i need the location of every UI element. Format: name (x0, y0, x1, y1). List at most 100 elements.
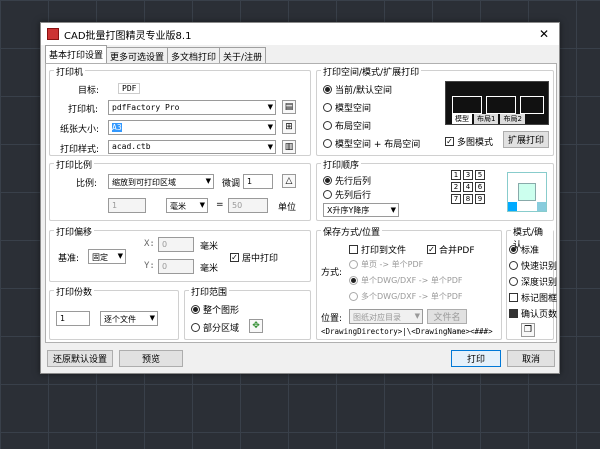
tab-strip: 基本打印设置 更多可选设置 多文档打印 关于/注册 (45, 45, 267, 63)
center-print-checkbox[interactable]: ✓ 居中打印 (230, 251, 278, 264)
range-all-radio[interactable]: 整个图形 (191, 303, 239, 316)
grid-cell: 8 (463, 194, 473, 204)
unit-select[interactable]: 毫米 ▼ (166, 198, 208, 213)
tab-about[interactable]: 关于/注册 (219, 47, 267, 63)
grid-cell: 9 (475, 194, 485, 204)
fine-tune-input[interactable]: 1 (243, 174, 273, 189)
multi-dwg-radio[interactable]: 多个DWG/DXF -> 单个PDF (349, 291, 462, 302)
x-offset-input[interactable]: 0 (158, 237, 194, 252)
mode-standard-radio[interactable]: 标准 (509, 243, 539, 256)
paper-value: A3 (112, 123, 122, 132)
offset-group-title: 打印偏移 (54, 225, 95, 238)
scale-unit-input[interactable]: 50 (228, 198, 268, 213)
single-page-label: 单页 -> 单个PDF (361, 260, 424, 269)
ratio-label: 比例: (76, 179, 98, 189)
order-row-first-label: 先行后列 (335, 177, 372, 187)
app-icon (47, 28, 59, 40)
checkbox-box (509, 293, 518, 302)
order-col-first-radio[interactable]: 先列后行 (323, 188, 371, 201)
paper-select[interactable]: A3 ▼ (108, 120, 276, 135)
radio-dot (323, 176, 332, 185)
triangle-icon[interactable]: △ (282, 174, 296, 188)
range-partial-label: 部分区域 (203, 324, 240, 334)
space-layout-label: 布局空间 (335, 122, 372, 132)
checkbox-box (349, 245, 358, 254)
style-edit-icon[interactable]: ▥ (282, 140, 296, 154)
space-both-radio[interactable]: 模型空间 + 布局空间 (323, 137, 420, 150)
base-select[interactable]: 固定 ▼ (88, 249, 126, 264)
merge-pdf-label: 合并PDF (439, 246, 475, 256)
grid-cell: 2 (451, 182, 461, 192)
scale-num-input[interactable]: 1 (108, 198, 146, 213)
space-layout-radio[interactable]: 布局空间 (323, 119, 371, 132)
chevron-down-icon: ▼ (117, 252, 123, 260)
sort-select[interactable]: X升序Y降序 ▼ (323, 203, 399, 217)
select-area-icon[interactable]: ✥ (249, 319, 263, 333)
mode-fast-radio[interactable]: 快速识别 (509, 259, 557, 272)
preview-tab-layout1: 布局1 (474, 114, 499, 124)
radio-dot (191, 305, 200, 314)
mark-frame-checkbox[interactable]: 标记图框 (509, 291, 557, 304)
radio-dot (349, 260, 358, 269)
tab-multi-doc[interactable]: 多文档打印 (167, 47, 221, 63)
multi-mode-checkbox[interactable]: ✓ 多图模式 (445, 135, 493, 148)
space-model-radio[interactable]: 模型空间 (323, 101, 371, 114)
order-row-first-radio[interactable]: 先行后列 (323, 174, 371, 187)
space-model-label: 模型空间 (335, 104, 372, 114)
merge-pdf-checkbox[interactable]: ✓ 合并PDF (427, 243, 475, 256)
filename-button[interactable]: 文件名 (427, 309, 467, 324)
offset-group: 打印偏移 基准: 固定 ▼ X: 0 毫米 Y: 0 毫米 ✓ 居中打印 (49, 225, 311, 282)
chevron-down-icon: ▼ (267, 143, 273, 151)
tab-more[interactable]: 更多可选设置 (106, 47, 169, 63)
range-partial-radio[interactable]: 部分区域 (191, 321, 239, 334)
location-select[interactable]: 图纸对应目录 ▼ (349, 309, 423, 324)
radio-dot (349, 276, 358, 285)
style-label: 打印样式: (60, 145, 100, 155)
multi-mode-label: 多图模式 (457, 138, 494, 148)
radio-dot (323, 85, 332, 94)
cancel-button[interactable]: 取消 (507, 350, 555, 367)
chevron-down-icon: ▼ (267, 103, 273, 111)
y-label: Y: (144, 261, 155, 271)
save-group-title: 保存方式/位置 (321, 225, 383, 238)
single-page-radio[interactable]: 单页 -> 单个PDF (349, 259, 423, 270)
preview-tab-model: 模型 (452, 114, 472, 124)
close-button[interactable]: ✕ (529, 23, 559, 45)
confirm-pages-label: 确认页数 (521, 310, 558, 320)
y-unit-label: 毫米 (200, 264, 219, 274)
scale-group: 打印比例 比例: 缩放到可打印区域 ▼ 微调 1 △ 1 毫米 ▼ = 50 单位 (49, 158, 311, 221)
space-current-radio[interactable]: 当前/默认空间 (323, 83, 392, 96)
order-col-first-label: 先列后行 (335, 191, 372, 201)
printer-settings-icon[interactable]: ▤ (282, 100, 296, 114)
copies-mode-select[interactable]: 逐个文件 ▼ (100, 311, 158, 326)
paper-settings-icon[interactable]: ⊞ (282, 120, 296, 134)
print-to-file-checkbox[interactable]: 打印到文件 (349, 243, 406, 256)
range-group-title: 打印范围 (189, 285, 230, 298)
extend-print-button[interactable]: 扩展打印 (503, 131, 549, 148)
y-offset-input[interactable]: 0 (158, 259, 194, 274)
style-select[interactable]: acad.ctb ▼ (108, 140, 276, 154)
printer-select[interactable]: pdfFactory Pro ▼ (108, 100, 276, 115)
unit-label: 单位 (278, 203, 297, 213)
tab-basic[interactable]: 基本打印设置 (45, 45, 108, 63)
print-button[interactable]: 打印 (451, 350, 501, 367)
basic-settings-pane: 打印机 目标: PDF 打印机: pdfFactory Pro ▼ ▤ 纸张大小:… (45, 63, 557, 343)
location-value: 图纸对应目录 (353, 313, 401, 322)
grid-cell: 3 (463, 170, 473, 180)
copies-group: 打印份数 1 逐个文件 ▼ (49, 285, 179, 340)
chevron-down-icon: ▼ (390, 206, 396, 214)
radio-dot (323, 103, 332, 112)
radio-dot (323, 121, 332, 130)
copy-icon[interactable]: ❐ (521, 323, 535, 337)
mode-fast-label: 快速识别 (521, 262, 558, 272)
target-label: 目标: (78, 86, 100, 96)
copies-input[interactable]: 1 (56, 311, 90, 326)
mode-deep-radio[interactable]: 深度识别 (509, 275, 557, 288)
ratio-select[interactable]: 缩放到可打印区域 ▼ (108, 174, 214, 189)
radio-dot (509, 277, 518, 286)
reset-defaults-button[interactable]: 还原默认设置 (47, 350, 113, 367)
corner-selector-icon[interactable] (507, 172, 547, 212)
single-dwg-radio[interactable]: 单个DWG/DXF -> 单个PDF (349, 275, 462, 286)
confirm-pages-checkbox[interactable]: 确认页数 (509, 307, 557, 320)
preview-button[interactable]: 预览 (119, 350, 183, 367)
